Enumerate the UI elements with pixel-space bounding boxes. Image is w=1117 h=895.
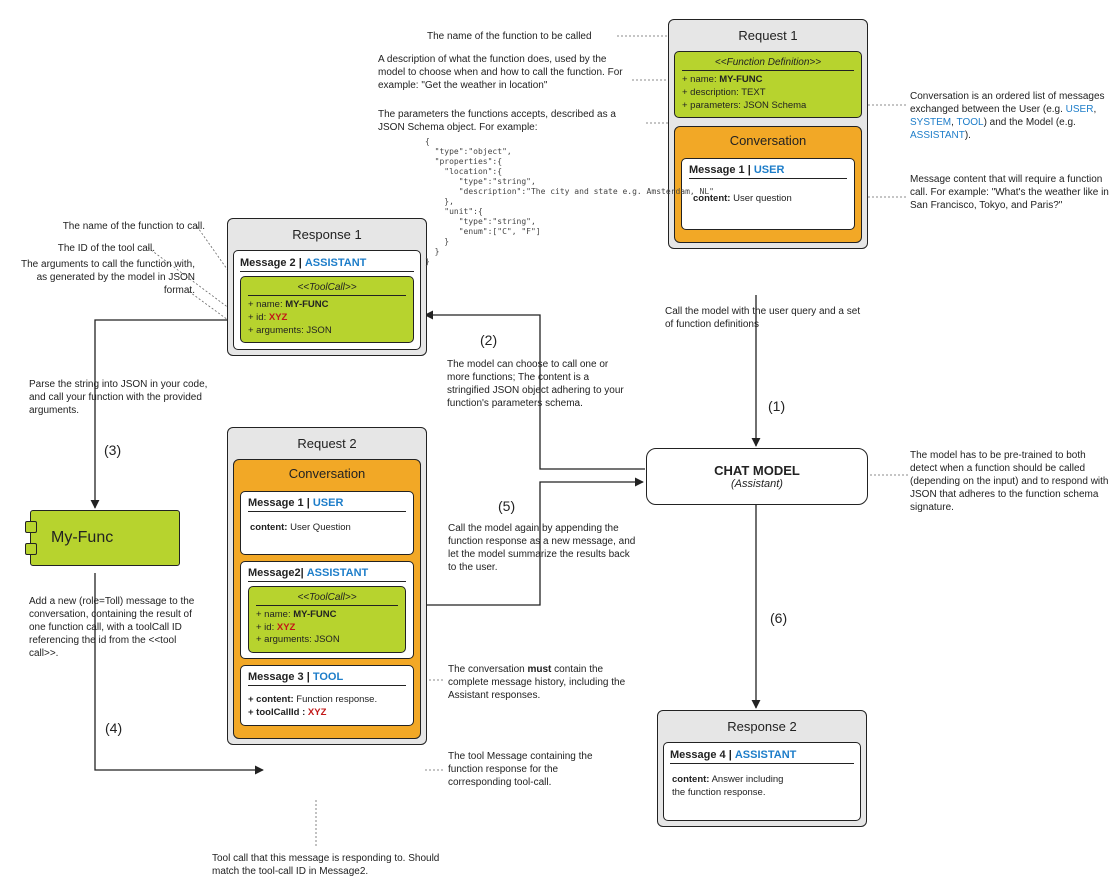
msg2-assistant: Message2| ASSISTANT <<ToolCall>> + name:…	[240, 561, 414, 659]
msg4-assistant: Message 4 | ASSISTANT content: Answer in…	[663, 742, 861, 821]
funcdef-stereo: <<Function Definition>>	[682, 57, 854, 71]
note-parse: Parse the string into JSON in your code,…	[29, 378, 209, 417]
my-func-box: My-Func	[30, 510, 180, 566]
conversation-title: Conversation	[240, 466, 414, 485]
toolcall-block: <<ToolCall>> + name: MY-FUNC + id: XYZ +…	[240, 276, 414, 343]
note-func-name: The name of the function to be called	[427, 30, 622, 43]
response-2-box: Response 2 Message 4 | ASSISTANT content…	[657, 710, 867, 827]
toolcall-stereo: <<ToolCall>>	[248, 282, 406, 296]
note-addmsg: Add a new (role=Toll) message to the con…	[29, 595, 199, 660]
chat-model-box: CHAT MODEL (Assistant)	[646, 448, 868, 505]
chat-model-subtitle: (Assistant)	[665, 478, 849, 490]
note-conversation-desc: Conversation is an ordered list of messa…	[910, 90, 1105, 142]
step-4: (4)	[105, 720, 122, 736]
step-2: (2)	[480, 332, 497, 348]
request-2-title: Request 2	[233, 433, 421, 459]
chat-model-title: CHAT MODEL	[665, 463, 849, 478]
response-2-title: Response 2	[663, 716, 861, 742]
note-pretrain: The model has to be pre-trained to both …	[910, 449, 1110, 514]
request-2-box: Request 2 Conversation Message 1 | USER …	[227, 427, 427, 745]
note-tc-name: The name of the function to call.	[50, 220, 205, 233]
note-step5: Call the model again by appending the fu…	[448, 522, 638, 574]
msg3-tool: Message 3 | TOOL + content: Function res…	[240, 665, 414, 726]
note-step2: The model can choose to call one or more…	[447, 358, 632, 410]
note-foot: Tool call that this message is respondin…	[212, 852, 442, 878]
step-6: (6)	[770, 610, 787, 626]
toolcall-block: <<ToolCall>> + name: MY-FUNC + id: XYZ +…	[248, 586, 406, 653]
note-func-desc: A description of what the function does,…	[378, 53, 633, 92]
note-toolmsg: The tool Message containing the function…	[448, 750, 623, 789]
note-msg1: Message content that will require a func…	[910, 173, 1110, 212]
note-step1: Call the model with the user query and a…	[665, 305, 865, 331]
request-1-title: Request 1	[674, 25, 862, 51]
note-history: The conversation must contain the comple…	[448, 663, 633, 702]
step-5: (5)	[498, 498, 515, 514]
response-1-box: Response 1 Message 2 | ASSISTANT <<ToolC…	[227, 218, 427, 356]
function-definition-block: <<Function Definition>> + name: MY-FUNC …	[674, 51, 862, 118]
response-1-inner: Message 2 | ASSISTANT <<ToolCall>> + nam…	[233, 250, 421, 350]
schema-example: { "type":"object", "properties":{ "locat…	[425, 137, 714, 267]
note-tc-id: The ID of the tool call.	[50, 242, 155, 255]
step-1: (1)	[768, 398, 785, 414]
my-func-label: My-Func	[51, 529, 113, 546]
note-tc-args: The arguments to call the function with,…	[20, 258, 195, 297]
request-2-conversation: Conversation Message 1 | USER content: U…	[233, 459, 421, 739]
note-func-params: The parameters the functions accepts, de…	[378, 108, 633, 134]
response-1-title: Response 1	[233, 224, 421, 250]
msg1-user: Message 1 | USER content: User Question	[240, 491, 414, 555]
step-3: (3)	[104, 442, 121, 458]
